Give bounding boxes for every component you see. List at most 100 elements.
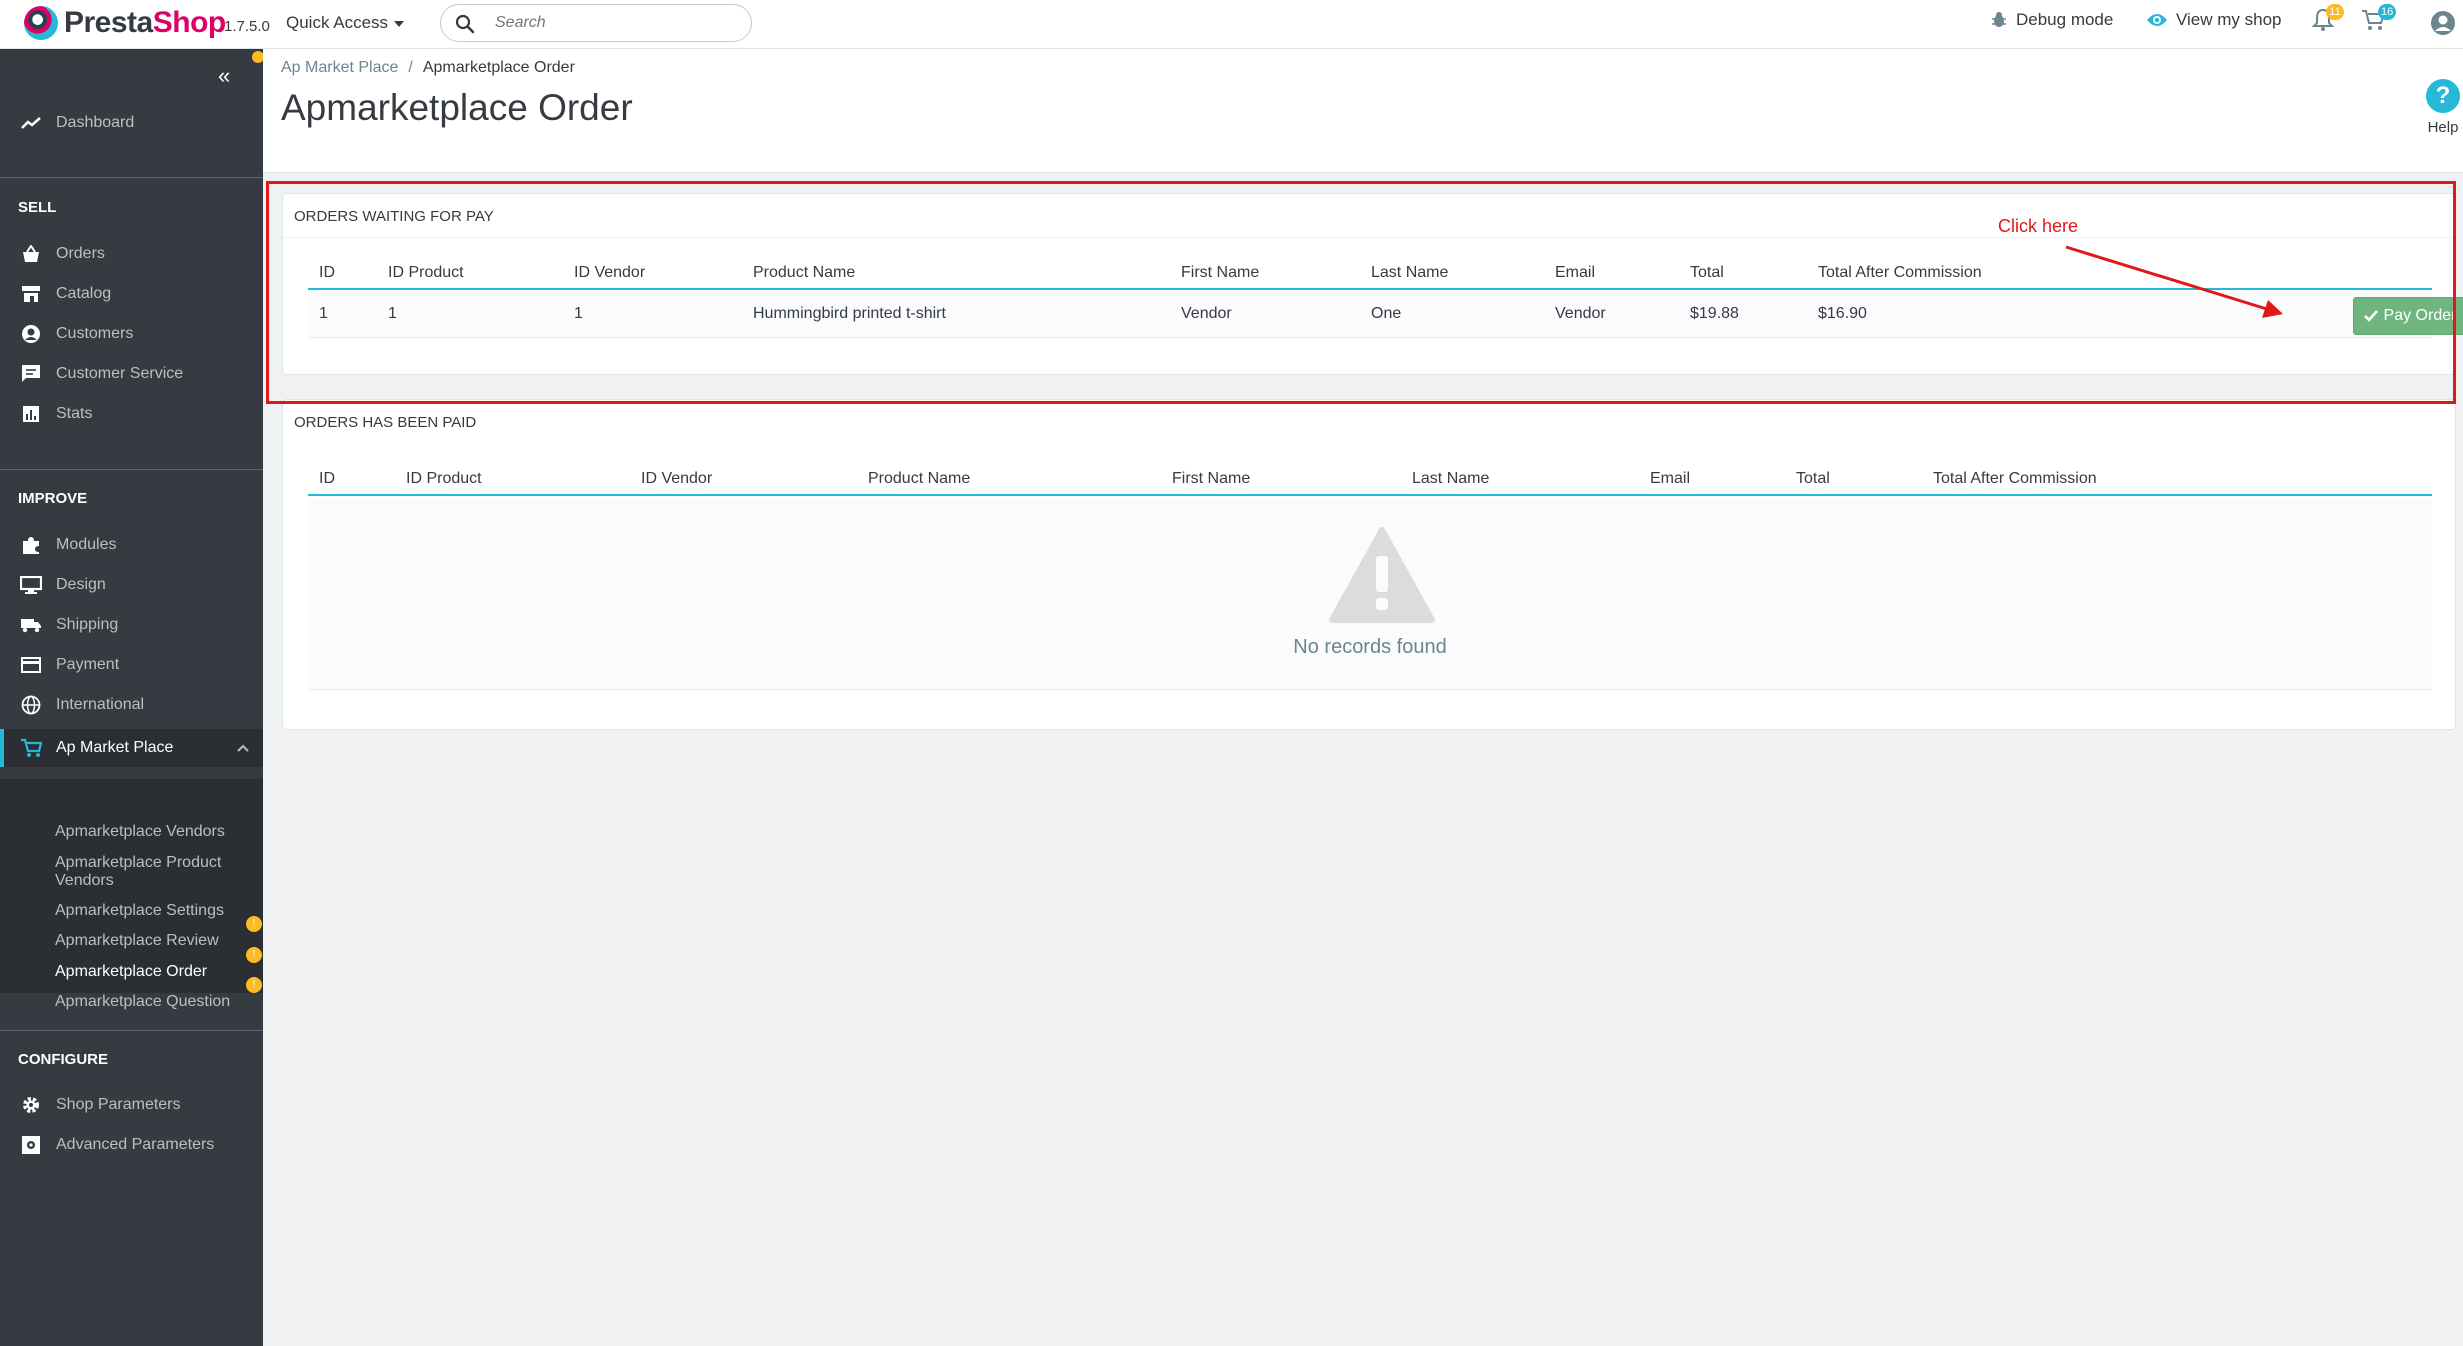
shopping-basket-icon (18, 243, 44, 265)
column-header[interactable]: Last Name (1412, 470, 1489, 488)
desktop-icon (18, 574, 44, 596)
section-title-sell: SELL (18, 199, 57, 216)
search-box[interactable] (440, 4, 752, 42)
no-records-text: No records found (1293, 636, 1447, 658)
submenu-item-vendors[interactable]: Apmarketplace Vendors (55, 823, 245, 841)
orders-paid-panel: ORDERS HAS BEEN PAID ID ID Product ID Ve… (282, 399, 2456, 730)
sidebar-item-modules[interactable]: Modules (0, 528, 263, 562)
globe-icon (18, 694, 44, 716)
sidebar-item-design[interactable]: Design (0, 568, 263, 602)
breadcrumb-parent-link[interactable]: Ap Market Place (281, 59, 398, 76)
quick-access-dropdown[interactable]: Quick Access (286, 13, 405, 33)
sidebar-item-ap-market-place[interactable]: Ap Market Place (0, 729, 263, 767)
top-bar: PrestaShop 1.7.5.0 Quick Access Debug mo… (0, 0, 2463, 49)
orders-cart-button[interactable]: 16 (2360, 4, 2397, 37)
annotation-highlight-box (266, 181, 2456, 404)
section-title-improve: IMPROVE (18, 490, 88, 507)
collapse-sidebar-icon[interactable]: « (218, 63, 230, 89)
sidebar-item-label: Advanced Parameters (56, 1136, 215, 1153)
search-input[interactable] (495, 13, 735, 33)
submenu-item-settings[interactable]: Apmarketplace Settings (55, 902, 245, 920)
sidebar-item-label: Shipping (56, 616, 119, 633)
settings-box-icon (18, 1134, 44, 1156)
page-title: Apmarketplace Order (281, 87, 633, 128)
review-badge: ! (246, 916, 262, 932)
sidebar-item-label: Catalog (56, 285, 112, 302)
truck-icon (18, 614, 44, 636)
sidebar-item-shop-parameters[interactable]: Shop Parameters (0, 1088, 263, 1122)
column-header[interactable]: Product Name (868, 470, 970, 488)
sidebar-item-label: Design (56, 576, 106, 593)
sidebar-item-stats[interactable]: Stats (0, 397, 263, 431)
column-header[interactable]: ID Product (406, 470, 482, 488)
prestashop-logo[interactable]: PrestaShop (24, 6, 226, 40)
warning-icon (1329, 527, 1435, 623)
order-badge: ! (246, 947, 262, 963)
prestashop-logo-icon (24, 6, 58, 40)
breadcrumb-separator: / (408, 59, 413, 76)
sidebar-item-customers[interactable]: Customers (0, 317, 263, 351)
sidebar-item-dashboard[interactable]: Dashboard (0, 106, 263, 140)
sidebar-item-customer-service[interactable]: Customer Service (0, 357, 263, 391)
column-header[interactable]: Total (1796, 470, 1830, 488)
help-button[interactable]: ? Help (2413, 79, 2463, 136)
submenu-item-order[interactable]: Apmarketplace Order (55, 963, 245, 981)
table-header: ID ID Product ID Vendor Product Name Fir… (308, 466, 2432, 496)
sidebar-item-label: Dashboard (56, 114, 135, 131)
profile-button[interactable] (2430, 10, 2456, 41)
annotation-text: Click here (1998, 216, 2079, 236)
bug-icon (1992, 12, 2006, 27)
gear-icon (18, 1094, 44, 1116)
version-label: 1.7.5.0 (224, 18, 270, 35)
chat-icon (18, 363, 44, 385)
column-header[interactable]: First Name (1172, 470, 1250, 488)
help-label: Help (2427, 119, 2459, 136)
divider (0, 469, 263, 470)
divider (0, 177, 263, 178)
cart-icon (18, 737, 44, 759)
column-header[interactable]: Email (1650, 470, 1690, 488)
sidebar-item-international[interactable]: International (0, 688, 263, 722)
submenu-ap-market-place: Apmarketplace Vendors Apmarketplace Prod… (0, 779, 263, 1010)
notifications-button[interactable]: 11 (2311, 4, 2344, 37)
sidebar-item-label: Customer Service (56, 365, 184, 382)
breadcrumb: Ap Market Place / Apmarketplace Order (281, 59, 575, 77)
bar-chart-icon (18, 403, 44, 425)
notifications-badge: 11 (2326, 4, 2344, 20)
breadcrumb-current: Apmarketplace Order (422, 59, 575, 76)
sidebar-item-label: Stats (56, 405, 93, 422)
sidebar-item-advanced-parameters[interactable]: Advanced Parameters (0, 1128, 263, 1162)
debug-mode-link[interactable]: Debug mode (1990, 10, 2113, 30)
chevron-up-icon (237, 744, 249, 752)
account-circle-icon (18, 323, 44, 345)
sidebar-item-orders[interactable]: Orders (0, 237, 263, 271)
sidebar-item-label: Payment (56, 656, 120, 673)
submenu-item-question[interactable]: Apmarketplace Question (55, 993, 245, 1011)
puzzle-icon (18, 534, 44, 556)
search-icon (455, 14, 475, 34)
sidebar-item-shipping[interactable]: Shipping (0, 608, 263, 642)
section-title-configure: CONFIGURE (18, 1051, 108, 1068)
column-header[interactable]: ID (319, 470, 335, 488)
sidebar-item-label: Shop Parameters (56, 1096, 181, 1113)
store-icon (18, 283, 44, 305)
sidebar-item-payment[interactable]: Payment (0, 648, 263, 682)
question-icon: ? (2426, 79, 2460, 113)
page-header: Ap Market Place / Apmarketplace Order Apma… (263, 49, 2463, 173)
column-header[interactable]: ID Vendor (641, 470, 712, 488)
sidebar-item-label: Modules (56, 536, 117, 553)
column-header[interactable]: Total After Commission (1933, 470, 2097, 488)
divider (0, 1030, 263, 1031)
view-shop-label: View my shop (2176, 10, 2282, 29)
sidebar-item-label: Ap Market Place (56, 739, 174, 756)
sidebar-item-catalog[interactable]: Catalog (0, 277, 263, 311)
submenu-item-product-vendors[interactable]: Apmarketplace Product Vendors (55, 854, 245, 890)
trending-up-icon (18, 112, 44, 134)
eye-icon (2147, 14, 2167, 26)
view-shop-link[interactable]: View my shop (2146, 10, 2282, 30)
submenu-item-review[interactable]: Apmarketplace Review (55, 932, 245, 950)
panel-title: ORDERS HAS BEEN PAID (294, 414, 477, 431)
sidebar-item-label: Orders (56, 245, 105, 262)
sidebar-item-label: Customers (56, 325, 134, 342)
user-avatar-icon (2431, 11, 2455, 35)
